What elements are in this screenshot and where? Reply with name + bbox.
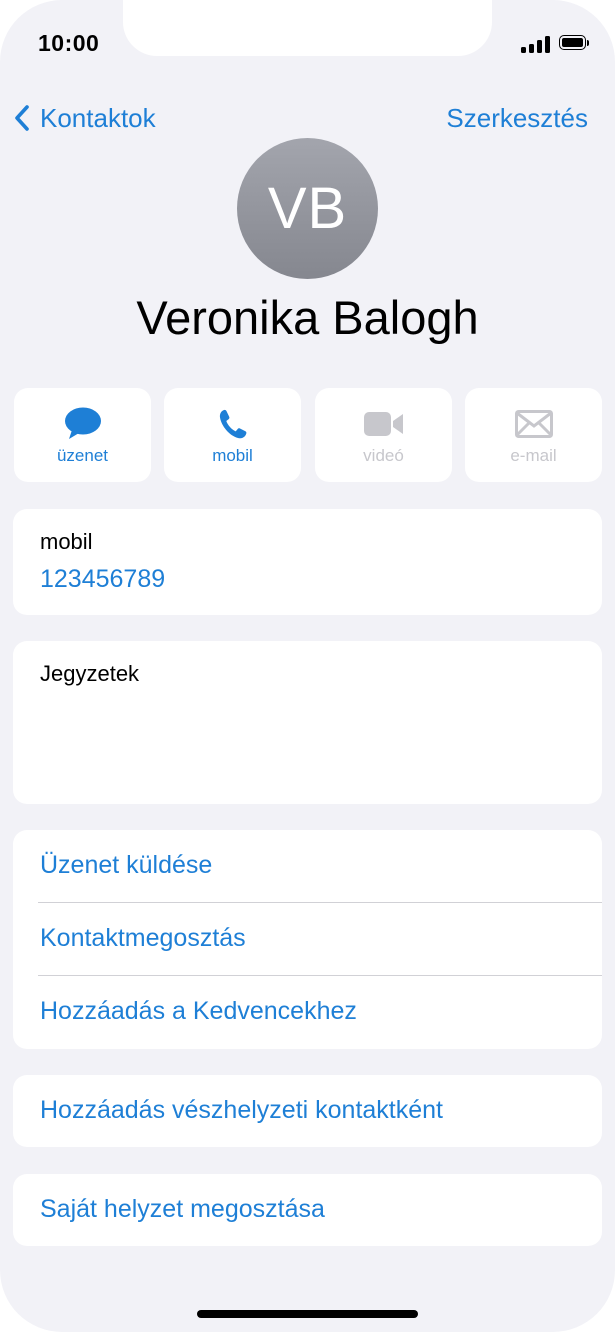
phone-field-label: mobil — [40, 529, 93, 554]
phone-icon — [219, 409, 246, 439]
video-camera-icon — [363, 412, 403, 436]
video-action-label: videó — [363, 446, 404, 465]
message-action-label: üzenet — [56, 446, 109, 465]
divider — [38, 975, 602, 976]
cellular-signal-icon — [521, 35, 551, 53]
share-contact-link[interactable]: Kontaktmegosztás — [40, 924, 246, 953]
back-button[interactable]: Kontaktok — [14, 100, 156, 136]
message-bubble-icon — [64, 407, 101, 439]
status-time: 10:00 — [38, 30, 100, 56]
notes-card[interactable]: Jegyzetek — [13, 641, 602, 804]
phone-number-link[interactable]: 123456789 — [40, 565, 165, 594]
email-action-label: e-mail — [510, 446, 557, 465]
notch — [123, 0, 492, 56]
envelope-icon — [514, 410, 553, 438]
home-indicator[interactable] — [197, 1310, 418, 1318]
edit-button[interactable]: Szerkesztés — [446, 100, 588, 136]
contact-name: Veronika Balogh — [136, 291, 479, 344]
call-action-button[interactable]: mobil — [164, 388, 301, 482]
contact-options-group: Üzenet küldése Kontaktmegosztás Hozzáadá… — [13, 830, 602, 1049]
battery-icon — [559, 35, 590, 52]
notes-label: Jegyzetek — [40, 661, 140, 686]
email-action-button[interactable]: e-mail — [465, 388, 602, 482]
add-emergency-contact-link[interactable]: Hozzáadás vészhelyzeti kontaktként — [40, 1096, 443, 1125]
emergency-contact-card: Hozzáadás vészhelyzeti kontaktként — [13, 1075, 602, 1147]
chevron-left-icon — [15, 105, 29, 131]
video-action-button[interactable]: videó — [315, 388, 452, 482]
send-message-link[interactable]: Üzenet küldése — [40, 851, 212, 880]
phone-field-card[interactable]: mobil 123456789 — [13, 509, 602, 615]
call-action-label: mobil — [212, 446, 253, 465]
avatar-initials: VB — [267, 176, 348, 241]
add-to-favorites-link[interactable]: Hozzáadás a Kedvencekhez — [40, 997, 357, 1026]
avatar: VB — [237, 138, 378, 279]
back-label: Kontaktok — [40, 102, 156, 133]
share-location-link[interactable]: Saját helyzet megosztása — [40, 1195, 325, 1224]
divider — [38, 902, 602, 903]
message-action-button[interactable]: üzenet — [14, 388, 151, 482]
share-location-card: Saját helyzet megosztása — [13, 1174, 602, 1246]
phone-screen: 10:00 Kontaktok Szerkesztés VB Veronika … — [0, 0, 615, 1332]
